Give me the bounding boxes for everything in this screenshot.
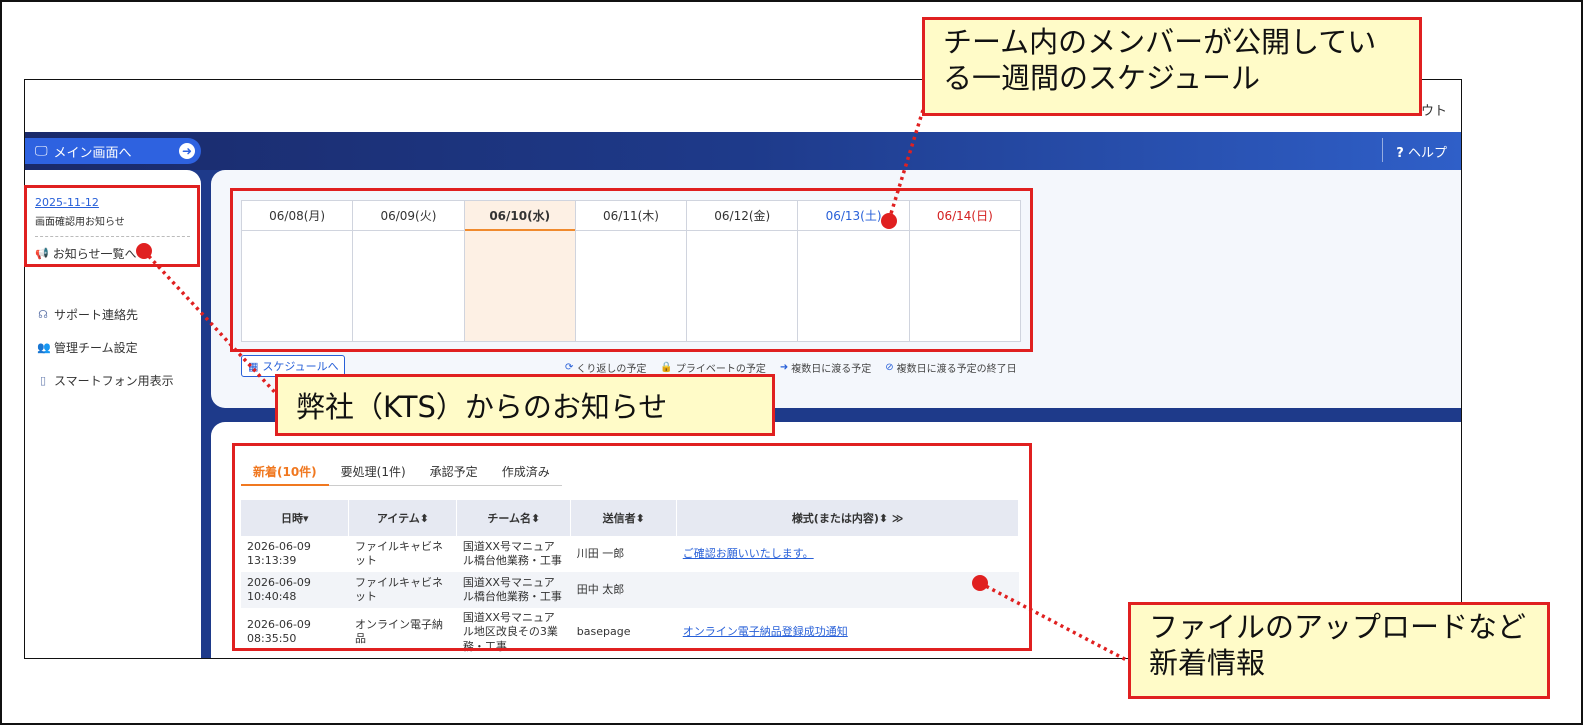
tab-created[interactable]: 作成済み xyxy=(489,458,562,486)
legend-item: ➜ 複数日に渡る予定 xyxy=(780,360,871,375)
main-screen-label: メイン画面へ xyxy=(53,145,132,161)
legend-label: 複数日に渡る予定 xyxy=(791,364,872,375)
marker-dot-notice xyxy=(136,243,152,259)
legend-label: 複数日に渡る予定の終了日 xyxy=(896,364,1017,375)
tab-new[interactable]: 新着(10件) xyxy=(241,458,329,486)
lock-icon: 🔒 xyxy=(660,362,673,373)
legend-item: ⊘ 複数日に渡る予定の終了日 xyxy=(885,360,1016,375)
table-row[interactable]: 2026-06-09 08:35:50 オンライン電子納品 国道XX号マニュアル… xyxy=(241,608,1019,657)
notice-divider xyxy=(35,236,190,237)
column-header-content[interactable]: 様式(または内容)⬍ ≫ xyxy=(676,500,1019,536)
users-icon: 👥 xyxy=(37,341,51,354)
notice-date-link[interactable]: 2025-11-12 xyxy=(35,196,190,209)
nav-band: 🖵 メイン画面へ ➜ ? ヘルプ xyxy=(25,132,1461,170)
help-button[interactable]: ? ヘルプ xyxy=(1382,138,1447,162)
notice-panel: 2025-11-12 画面確認用お知らせ 📢 お知らせ一覧へ xyxy=(35,196,190,262)
headset-icon: ☊ xyxy=(38,308,48,321)
sidebar-item-label: スマートフォン用表示 xyxy=(54,374,174,388)
cell-sender: 田中 太郎 xyxy=(570,572,677,608)
legend-label: くり返しの予定 xyxy=(576,364,647,375)
cell-date: 2026-06-09 10:40:48 xyxy=(241,572,349,608)
notice-list-link[interactable]: 📢 お知らせ一覧へ xyxy=(35,245,190,262)
ban-icon: ⊘ xyxy=(885,362,894,373)
cell-content xyxy=(676,572,1019,608)
app-screenshot: ウト 🖵 メイン画面へ ➜ ? ヘルプ 2025-11-12 画面確認用お知らせ xyxy=(24,79,1462,659)
question-icon: ? xyxy=(1396,146,1404,161)
content-link[interactable]: オンライン電子納品登録成功通知 xyxy=(683,625,848,638)
cell-sender: 川田 一郎 xyxy=(570,536,677,572)
cell-team: 国道XX号マニュアル橋台他業務・工事 xyxy=(456,572,571,608)
calendar-icon: ▦ xyxy=(248,359,259,373)
arrow-right-icon: ➜ xyxy=(779,362,789,373)
cell-team: 国道XX号マニュアル地区改良その3業務・工事 xyxy=(456,608,571,657)
calendar-day-label: 06/14(日) xyxy=(909,201,1020,231)
calendar-day-mon[interactable]: 06/08(月) xyxy=(242,201,354,341)
cell-content: オンライン電子納品登録成功通知 xyxy=(676,608,1019,657)
column-header-date[interactable]: 日時▾ xyxy=(241,500,350,536)
callout-feed: ファイルのアップロードなど新着情報 xyxy=(1128,602,1550,699)
table-row[interactable]: 2026-06-09 13:13:39 ファイルキャビネット 国道XX号マニュア… xyxy=(241,536,1019,572)
legend-item: ⟳ くり返しの予定 xyxy=(565,360,646,375)
calendar-day-thu[interactable]: 06/11(木) xyxy=(575,201,688,341)
cell-team: 国道XX号マニュアル橋台他業務・工事 xyxy=(456,536,571,572)
megaphone-icon: 📢 xyxy=(35,247,49,260)
calendar-day-label: 06/11(木) xyxy=(575,201,687,231)
help-label: ヘルプ xyxy=(1407,146,1447,161)
sidebar-item-label: サポート連絡先 xyxy=(54,308,139,322)
logout-link[interactable]: ウト xyxy=(1421,100,1447,119)
marker-dot-feed xyxy=(972,575,988,591)
calendar-day-label: 06/08(月) xyxy=(242,201,353,231)
help-separator xyxy=(1382,138,1384,162)
calendar-legend: ⟳ くり返しの予定 🔒 プライベートの予定 ➜ 複数日に渡る予定 ⊘ 複数日に渡る予定の… xyxy=(565,360,1017,375)
calendar-day-wed-today[interactable]: 06/10(水) xyxy=(464,201,576,341)
callout-notice: 弊社（KTS）からのお知らせ xyxy=(275,374,775,436)
feed-table: 日時▾ アイテム⬍ チーム名⬍ 送信者⬍ 様式(または内容)⬍ ≫ 2026-0… xyxy=(241,500,1019,657)
calendar-day-sun[interactable]: 06/14(日) xyxy=(909,201,1020,341)
notice-list-label: お知らせ一覧へ xyxy=(52,247,137,261)
calendar-day-label: 06/10(水) xyxy=(464,201,575,231)
cell-content: ご確認お願いいたします。 xyxy=(676,536,1019,572)
feed-tabs: 新着(10件) 要処理(1件) 承認予定 作成済み xyxy=(241,458,562,486)
cell-sender: basepage xyxy=(570,608,677,657)
schedule-button-label: スケジュールへ xyxy=(262,360,339,373)
cell-date: 2026-06-09 08:35:50 xyxy=(241,608,349,657)
smartphone-icon: ▯ xyxy=(39,374,47,387)
sidebar-item-smartphone[interactable]: ▯ スマートフォン用表示 xyxy=(37,364,174,397)
marker-dot-schedule xyxy=(881,213,897,229)
sidebar-item-label: 管理チーム設定 xyxy=(54,341,138,355)
calendar-day-label: 06/12(金) xyxy=(687,201,798,231)
sidebar-item-team-settings[interactable]: 👥 管理チーム設定 xyxy=(37,331,174,364)
table-header-row: 日時▾ アイテム⬍ チーム名⬍ 送信者⬍ 様式(または内容)⬍ ≫ xyxy=(241,500,1019,536)
tab-action-required[interactable]: 要処理(1件) xyxy=(328,458,418,486)
column-header-item[interactable]: アイテム⬍ xyxy=(348,500,458,536)
schedule-panel: 06/08(月) 06/09(火) 06/10(水) 06/11(木) 06/1… xyxy=(211,170,1461,408)
column-header-team[interactable]: チーム名⬍ xyxy=(456,500,572,536)
calendar-day-label: 06/09(火) xyxy=(353,201,464,231)
arrow-right-icon: ➜ xyxy=(179,143,195,159)
content-link[interactable]: ご確認お願いいたします。 xyxy=(683,547,814,560)
table-row[interactable]: 2026-06-09 10:40:48 ファイルキャビネット 国道XX号マニュア… xyxy=(241,572,1019,608)
column-header-sender[interactable]: 送信者⬍ xyxy=(570,500,678,536)
week-calendar: 06/08(月) 06/09(火) 06/10(水) 06/11(木) 06/1… xyxy=(241,200,1021,342)
sidebar-links: ☊ サポート連絡先 👥 管理チーム設定 ▯ スマートフォン用表示 xyxy=(37,298,174,397)
calendar-day-fri[interactable]: 06/12(金) xyxy=(687,201,799,341)
sidebar: 2025-11-12 画面確認用お知らせ 📢 お知らせ一覧へ ☊ サポート連絡先… xyxy=(25,170,201,658)
cell-date: 2026-06-09 13:13:39 xyxy=(241,536,349,572)
main-screen-button[interactable]: 🖵 メイン画面へ ➜ xyxy=(25,138,201,164)
legend-label: プライベートの予定 xyxy=(675,364,766,375)
monitor-icon: 🖵 xyxy=(35,143,48,159)
legend-item: 🔒 プライベートの予定 xyxy=(660,360,765,375)
figure-frame: ウト 🖵 メイン画面へ ➜ ? ヘルプ 2025-11-12 画面確認用お知らせ xyxy=(0,0,1583,725)
tab-approval-scheduled[interactable]: 承認予定 xyxy=(417,458,490,486)
sidebar-item-support[interactable]: ☊ サポート連絡先 xyxy=(37,298,174,331)
cell-item: オンライン電子納品 xyxy=(348,608,457,657)
cell-item: ファイルキャビネット xyxy=(348,536,457,572)
cell-item: ファイルキャビネット xyxy=(348,572,457,608)
calendar-day-tue[interactable]: 06/09(火) xyxy=(353,201,465,341)
repeat-icon: ⟳ xyxy=(565,362,574,373)
callout-schedule: チーム内のメンバーが公開している一週間のスケジュール xyxy=(922,17,1422,116)
notice-title: 画面確認用お知らせ xyxy=(35,217,125,228)
